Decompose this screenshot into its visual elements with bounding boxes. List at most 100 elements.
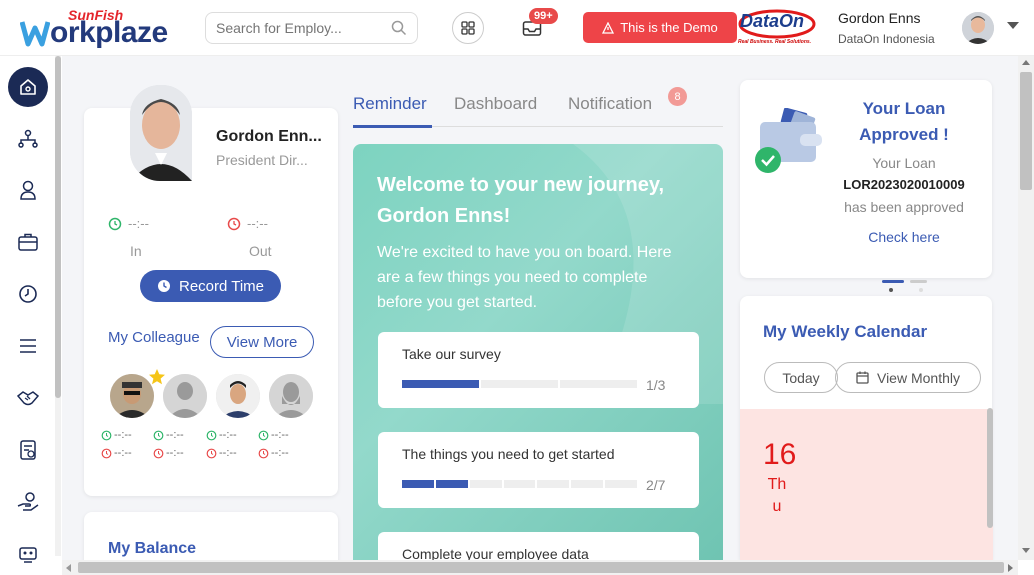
colleague-in-time: --:-- (206, 429, 237, 441)
carousel-dot[interactable] (889, 288, 893, 292)
clock-in-time: --:-- (108, 216, 149, 231)
scroll-right-arrow-icon[interactable] (1008, 564, 1013, 572)
task-title: The things you need to get started (402, 446, 615, 462)
view-monthly-button[interactable]: View Monthly (835, 362, 981, 393)
badge-icon (20, 440, 36, 460)
colleague-avatar[interactable] (216, 374, 260, 418)
task-card[interactable]: Take our survey 1/3 (378, 332, 699, 408)
task-progress-count: 1/3 (646, 377, 666, 393)
record-time-label: Record Time (178, 277, 265, 295)
colleague-time-value: --:-- (166, 429, 184, 441)
logo-w-icon (20, 21, 50, 47)
profile-person-icon (130, 85, 192, 181)
tab-notification[interactable]: Notification (568, 94, 652, 114)
calendar-title: My Weekly Calendar (763, 322, 928, 341)
clock-in-icon (108, 217, 122, 230)
in-time-value: --:-- (128, 216, 149, 231)
calendar-scrollbar-thumb[interactable] (987, 408, 993, 528)
colleague-in-time: --:-- (101, 429, 132, 441)
sidebar-item-menu[interactable] (8, 326, 48, 366)
task-title: Take our survey (402, 346, 501, 362)
partner-logo-text: DataOn (740, 11, 805, 31)
sidebar-scrollbar[interactable] (55, 56, 61, 556)
search-box[interactable] (205, 12, 418, 44)
colleague-avatar[interactable] (163, 374, 207, 418)
menu-icon (20, 339, 36, 353)
balance-title: My Balance (108, 540, 197, 557)
user-name[interactable]: Gordon Enns (838, 10, 921, 26)
colleague-out-time: --:-- (153, 447, 184, 459)
sidebar-item-time[interactable] (8, 274, 48, 314)
welcome-description: We're excited to have you on board. Here… (377, 244, 672, 311)
carousel-indicator-active[interactable] (882, 280, 904, 283)
view-more-button[interactable]: View More (210, 326, 314, 358)
wallet-illustration-icon (755, 108, 822, 173)
person-icon (20, 180, 36, 200)
sidebar-item-benefit[interactable] (8, 378, 48, 418)
sidebar-item-profile[interactable] (8, 170, 48, 210)
sidebar-item-assistant[interactable] (8, 534, 48, 574)
scroll-left-arrow-icon[interactable] (66, 564, 71, 572)
org-chart-icon (18, 129, 38, 148)
star-icon (149, 369, 165, 385)
loan-line2: has been approved (844, 199, 964, 215)
sidebar-item-home[interactable] (8, 67, 48, 107)
task-card[interactable]: The things you need to get started 2/7 (378, 432, 699, 508)
default-person-icon (163, 374, 207, 418)
progress-segment (469, 480, 502, 488)
briefcase-icon (18, 233, 38, 251)
colleague-time-value: --:-- (166, 447, 184, 459)
demo-label: This is the Demo (620, 20, 718, 35)
default-person-icon (269, 374, 313, 418)
horizontal-scrollbar-thumb[interactable] (78, 562, 1004, 573)
page-vertical-scrollbar[interactable] (1018, 56, 1034, 560)
colleague-out-time: --:-- (258, 447, 289, 459)
dataon-logo: DataOn Real Business. Real Solutions. (738, 9, 818, 49)
sidebar-item-work[interactable] (8, 222, 48, 262)
demo-banner-button[interactable]: This is the Demo (583, 12, 737, 43)
progress-segment (402, 480, 434, 488)
search-icon[interactable] (391, 20, 407, 36)
scroll-down-arrow-icon[interactable] (1022, 548, 1030, 553)
profile-photo (130, 85, 192, 181)
search-input[interactable] (216, 20, 386, 36)
notification-count-badge: 99+ (529, 8, 558, 24)
colleague-title: My Colleague (108, 329, 200, 346)
calendar-day-number: 16 (763, 438, 797, 471)
clock-icon (101, 430, 112, 440)
grid-icon (461, 21, 475, 35)
record-time-button[interactable]: Record Time (140, 270, 281, 302)
colleague-avatar[interactable] (269, 374, 313, 418)
clock-icon (157, 280, 170, 292)
clock-icon (206, 448, 217, 458)
welcome-panel: Welcome to your new journey, Gordon Enns… (353, 144, 723, 560)
colleague-time-value: --:-- (114, 447, 132, 459)
view-monthly-label: View Monthly (876, 369, 960, 386)
loan-check-link[interactable]: Check here (838, 229, 970, 245)
progress-segment (481, 380, 558, 388)
user-menu-chevron-down-icon[interactable] (1007, 22, 1019, 29)
progress-segment (402, 380, 479, 388)
sidebar-item-organization[interactable] (8, 119, 48, 159)
tab-dashboard[interactable]: Dashboard (454, 94, 537, 114)
vertical-scrollbar-thumb[interactable] (1020, 72, 1032, 190)
sunfish-workplaze-logo[interactable]: SunFish orkplaze (20, 6, 180, 50)
loan-title: Your Loan Approved ! (859, 99, 949, 144)
progress-segment (537, 480, 570, 488)
robot-icon (19, 547, 37, 563)
today-button[interactable]: Today (764, 362, 838, 393)
sidebar-scrollbar-thumb[interactable] (55, 56, 61, 398)
out-time-value: --:-- (247, 216, 268, 231)
tab-reminder[interactable]: Reminder (353, 94, 427, 114)
carousel-dot[interactable] (919, 288, 923, 292)
carousel-indicator[interactable] (910, 280, 927, 283)
partner-tagline: Real Business. Real Solutions. (738, 39, 812, 45)
sidebar-item-claim[interactable] (8, 430, 48, 470)
user-avatar[interactable] (962, 12, 994, 44)
scroll-up-arrow-icon[interactable] (1022, 60, 1030, 65)
clock-icon (101, 448, 112, 458)
apps-button[interactable] (452, 12, 484, 44)
page-horizontal-scrollbar[interactable] (62, 560, 1018, 575)
sidebar-item-loan[interactable] (8, 482, 48, 522)
task-card[interactable]: Complete your employee data (378, 532, 699, 560)
